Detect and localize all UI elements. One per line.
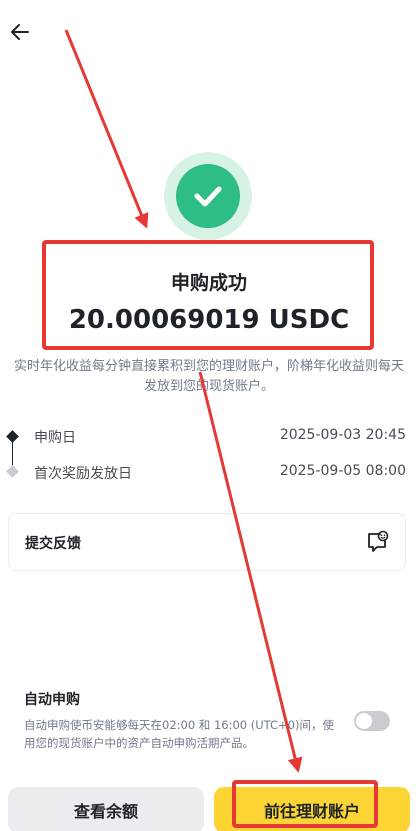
- result-title: 申购成功: [170, 272, 247, 294]
- auto-subscribe-description: 自动申购使币安能够每天在02:00 和 16:00 (UTC+0)间，使用您的现…: [24, 718, 334, 750]
- timeline-value-subscription: 2025-09-03 20:45: [279, 427, 406, 443]
- back-button[interactable]: [8, 20, 32, 44]
- check-circle-icon: [194, 186, 222, 207]
- auto-subscribe-toggle[interactable]: [354, 711, 390, 731]
- toggle-knob: [356, 713, 372, 729]
- feedback-label: 提交反馈: [25, 536, 81, 552]
- arrow-left-icon: [11, 24, 29, 40]
- timeline-dot-inactive: [6, 465, 19, 478]
- success-indicator: [164, 152, 252, 240]
- annotation-arrow-to-result: [64, 29, 149, 229]
- feedback-card[interactable]: 提交反馈: [8, 513, 406, 571]
- feedback-smile-icon: [368, 530, 389, 552]
- view-balance-button[interactable]: 查看余额: [8, 787, 204, 831]
- result-description: 实时年化收益每分钟直接累积到您的理财账户，阶梯年化收益则每天发放到您的现货账户。: [13, 359, 404, 394]
- auto-subscribe-title: 自动申购: [24, 692, 80, 708]
- timeline-label-subscription: 申购日: [34, 430, 76, 446]
- timeline-connector: [12, 441, 13, 465]
- timeline-label-first-reward: 首次奖励发放日: [34, 466, 132, 482]
- timeline-value-first-reward: 2025-09-05 08:00: [279, 463, 406, 479]
- earn-button-highlight-box: [232, 780, 378, 828]
- result-amount: 20.00069019 USDC: [68, 305, 350, 335]
